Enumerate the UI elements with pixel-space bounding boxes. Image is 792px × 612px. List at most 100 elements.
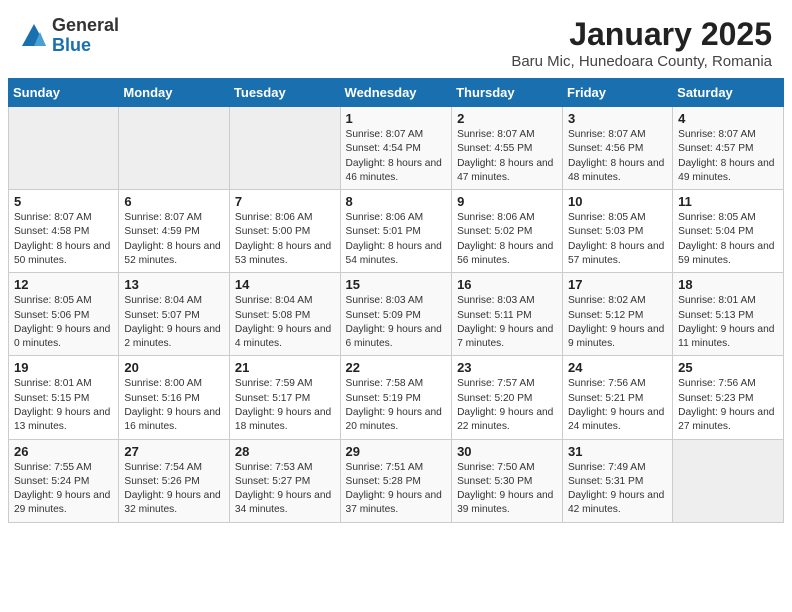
day-cell: 12 Sunrise: 8:05 AM Sunset: 5:06 PM Dayli… xyxy=(9,273,119,356)
day-number: 27 xyxy=(124,444,224,459)
col-wednesday: Wednesday xyxy=(340,79,452,107)
logo: General Blue xyxy=(20,16,119,56)
title-block: January 2025 Baru Mic, Hunedoara County,… xyxy=(511,16,772,70)
day-number: 13 xyxy=(124,277,224,292)
day-info: Sunrise: 8:05 AM Sunset: 5:06 PM Dayligh… xyxy=(14,294,113,351)
col-thursday: Thursday xyxy=(452,79,563,107)
logo-general-text: General xyxy=(52,16,119,36)
day-info: Sunrise: 8:01 AM Sunset: 5:13 PM Dayligh… xyxy=(678,294,778,351)
day-cell: 17Sunrise: 8:02 AM Sunset: 5:12 PM Dayli… xyxy=(563,273,673,356)
calendar-body: 1 Sunrise: 8:07 AM Sunset: 4:54 PM Daylig… xyxy=(9,107,784,523)
day-number: 11 xyxy=(678,194,778,209)
day-number: 5 xyxy=(14,194,113,209)
day-cell: 15Sunrise: 8:03 AM Sunset: 5:09 PM Dayli… xyxy=(340,273,452,356)
day-cell: 19Sunrise: 8:01 AM Sunset: 5:15 PM Dayli… xyxy=(9,356,119,439)
day-number: 16 xyxy=(457,277,557,292)
day-number: 30 xyxy=(457,444,557,459)
day-cell: 20 Sunrise: 8:00 AM Sunset: 5:16 PM Dayli… xyxy=(119,356,230,439)
day-info: Sunrise: 8:07 AM Sunset: 4:56 PM Dayligh… xyxy=(568,128,667,185)
day-number: 17 xyxy=(568,277,667,292)
day-info: Sunrise: 8:04 AM Sunset: 5:07 PM Dayligh… xyxy=(124,294,224,351)
calendar-table: Sunday Monday Tuesday Wednesday Thursday… xyxy=(8,78,784,523)
week-row-3: 12 Sunrise: 8:05 AM Sunset: 5:06 PM Dayli… xyxy=(9,273,784,356)
day-cell: 16 Sunrise: 8:03 AM Sunset: 5:11 PM Dayli… xyxy=(452,273,563,356)
day-info: Sunrise: 7:57 AM Sunset: 5:20 PM Dayligh… xyxy=(457,377,557,434)
col-saturday: Saturday xyxy=(673,79,784,107)
day-number: 14 xyxy=(235,277,335,292)
day-info: Sunrise: 8:00 AM Sunset: 5:16 PM Dayligh… xyxy=(124,377,224,434)
day-number: 29 xyxy=(346,444,447,459)
day-number: 23 xyxy=(457,360,557,375)
day-cell: 13 Sunrise: 8:04 AM Sunset: 5:07 PM Dayli… xyxy=(119,273,230,356)
week-row-4: 19Sunrise: 8:01 AM Sunset: 5:15 PM Dayli… xyxy=(9,356,784,439)
page-header: General Blue January 2025 Baru Mic, Hune… xyxy=(0,0,792,78)
day-number: 20 xyxy=(124,360,224,375)
day-cell: 28 Sunrise: 7:53 AM Sunset: 5:27 PM Dayli… xyxy=(229,439,340,522)
day-info: Sunrise: 7:53 AM Sunset: 5:27 PM Dayligh… xyxy=(235,461,335,518)
col-sunday: Sunday xyxy=(9,79,119,107)
day-cell: 23 Sunrise: 7:57 AM Sunset: 5:20 PM Dayli… xyxy=(452,356,563,439)
day-number: 22 xyxy=(346,360,447,375)
day-number: 4 xyxy=(678,111,778,126)
day-cell xyxy=(119,107,230,190)
day-number: 19 xyxy=(14,360,113,375)
day-cell: 11 Sunrise: 8:05 AM Sunset: 5:04 PM Dayli… xyxy=(673,190,784,273)
day-cell xyxy=(9,107,119,190)
header-row: Sunday Monday Tuesday Wednesday Thursday… xyxy=(9,79,784,107)
day-number: 1 xyxy=(346,111,447,126)
day-cell: 25 Sunrise: 7:56 AM Sunset: 5:23 PM Dayli… xyxy=(673,356,784,439)
calendar-header: Sunday Monday Tuesday Wednesday Thursday… xyxy=(9,79,784,107)
day-number: 31 xyxy=(568,444,667,459)
day-number: 6 xyxy=(124,194,224,209)
day-info: Sunrise: 8:07 AM Sunset: 4:54 PM Dayligh… xyxy=(346,128,447,185)
day-number: 28 xyxy=(235,444,335,459)
day-info: Sunrise: 7:54 AM Sunset: 5:26 PM Dayligh… xyxy=(124,461,224,518)
day-number: 21 xyxy=(235,360,335,375)
day-cell: 21Sunrise: 7:59 AM Sunset: 5:17 PM Dayli… xyxy=(229,356,340,439)
day-number: 18 xyxy=(678,277,778,292)
day-cell: 8Sunrise: 8:06 AM Sunset: 5:01 PM Daylig… xyxy=(340,190,452,273)
day-number: 2 xyxy=(457,111,557,126)
logo-icon xyxy=(20,22,48,50)
day-info: Sunrise: 7:49 AM Sunset: 5:31 PM Dayligh… xyxy=(568,461,667,518)
col-friday: Friday xyxy=(563,79,673,107)
day-info: Sunrise: 8:04 AM Sunset: 5:08 PM Dayligh… xyxy=(235,294,335,351)
day-cell: 24Sunrise: 7:56 AM Sunset: 5:21 PM Dayli… xyxy=(563,356,673,439)
day-info: Sunrise: 7:58 AM Sunset: 5:19 PM Dayligh… xyxy=(346,377,447,434)
day-info: Sunrise: 8:03 AM Sunset: 5:11 PM Dayligh… xyxy=(457,294,557,351)
day-info: Sunrise: 8:07 AM Sunset: 4:58 PM Dayligh… xyxy=(14,211,113,268)
day-cell: 18 Sunrise: 8:01 AM Sunset: 5:13 PM Dayli… xyxy=(673,273,784,356)
day-number: 24 xyxy=(568,360,667,375)
day-cell: 14 Sunrise: 8:04 AM Sunset: 5:08 PM Dayli… xyxy=(229,273,340,356)
day-cell: 22 Sunrise: 7:58 AM Sunset: 5:19 PM Dayli… xyxy=(340,356,452,439)
day-cell: 2 Sunrise: 8:07 AM Sunset: 4:55 PM Daylig… xyxy=(452,107,563,190)
logo-text: General Blue xyxy=(52,16,119,56)
day-cell: 4 Sunrise: 8:07 AM Sunset: 4:57 PM Daylig… xyxy=(673,107,784,190)
location: Baru Mic, Hunedoara County, Romania xyxy=(511,53,772,70)
day-cell xyxy=(673,439,784,522)
day-cell: 10Sunrise: 8:05 AM Sunset: 5:03 PM Dayli… xyxy=(563,190,673,273)
day-cell: 26Sunrise: 7:55 AM Sunset: 5:24 PM Dayli… xyxy=(9,439,119,522)
logo-blue-text: Blue xyxy=(52,36,119,56)
day-number: 3 xyxy=(568,111,667,126)
day-number: 12 xyxy=(14,277,113,292)
day-info: Sunrise: 8:06 AM Sunset: 5:00 PM Dayligh… xyxy=(235,211,335,268)
day-number: 10 xyxy=(568,194,667,209)
day-cell: 27 Sunrise: 7:54 AM Sunset: 5:26 PM Dayli… xyxy=(119,439,230,522)
day-info: Sunrise: 8:07 AM Sunset: 4:55 PM Dayligh… xyxy=(457,128,557,185)
day-cell xyxy=(229,107,340,190)
day-cell: 9Sunrise: 8:06 AM Sunset: 5:02 PM Daylig… xyxy=(452,190,563,273)
month-title: January 2025 xyxy=(511,16,772,53)
day-info: Sunrise: 8:06 AM Sunset: 5:02 PM Dayligh… xyxy=(457,211,557,268)
day-info: Sunrise: 7:51 AM Sunset: 5:28 PM Dayligh… xyxy=(346,461,447,518)
day-cell: 31 Sunrise: 7:49 AM Sunset: 5:31 PM Dayli… xyxy=(563,439,673,522)
week-row-5: 26Sunrise: 7:55 AM Sunset: 5:24 PM Dayli… xyxy=(9,439,784,522)
day-info: Sunrise: 7:56 AM Sunset: 5:23 PM Dayligh… xyxy=(678,377,778,434)
day-cell: 1 Sunrise: 8:07 AM Sunset: 4:54 PM Daylig… xyxy=(340,107,452,190)
col-monday: Monday xyxy=(119,79,230,107)
day-number: 25 xyxy=(678,360,778,375)
day-info: Sunrise: 8:07 AM Sunset: 4:57 PM Dayligh… xyxy=(678,128,778,185)
day-info: Sunrise: 8:07 AM Sunset: 4:59 PM Dayligh… xyxy=(124,211,224,268)
day-info: Sunrise: 8:03 AM Sunset: 5:09 PM Dayligh… xyxy=(346,294,447,351)
day-info: Sunrise: 8:05 AM Sunset: 5:04 PM Dayligh… xyxy=(678,211,778,268)
